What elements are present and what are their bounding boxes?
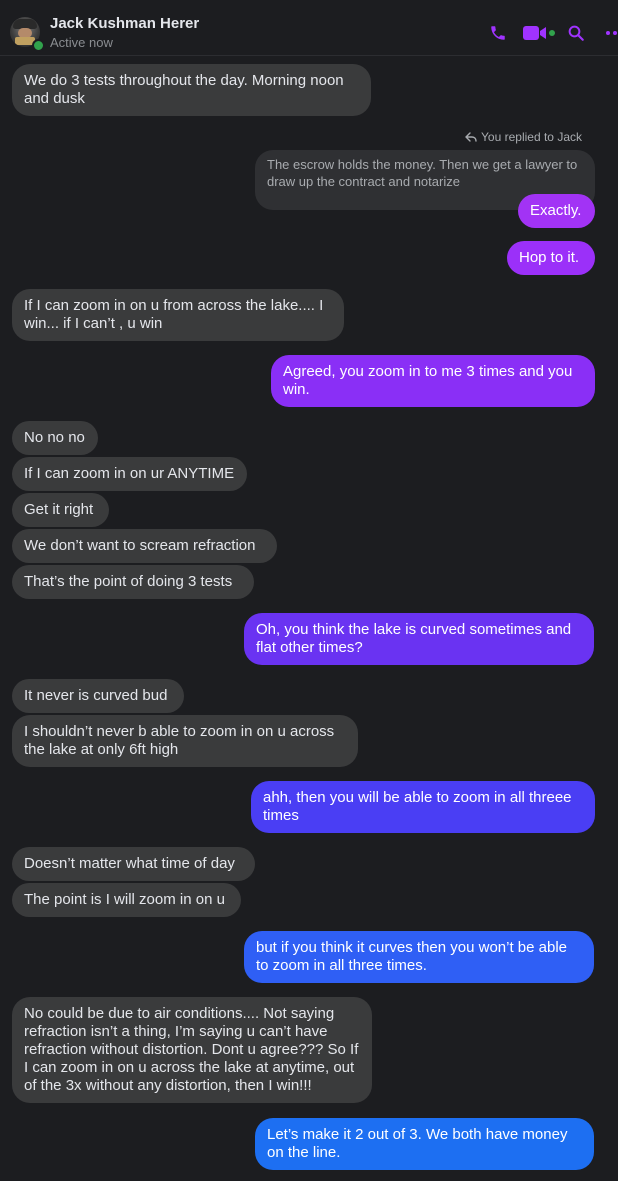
message-bubble-received[interactable]: The point is I will zoom in on u xyxy=(12,883,241,917)
online-status-dot xyxy=(32,39,45,52)
video-icon[interactable] xyxy=(522,22,556,44)
message-bubble-sent[interactable]: ahh, then you will be able to zoom in al… xyxy=(251,781,595,833)
message-bubble-sent[interactable]: Hop to it. xyxy=(507,241,595,275)
phone-icon[interactable] xyxy=(487,22,509,44)
reply-arrow-icon xyxy=(465,132,477,142)
message-bubble-received[interactable]: No no no xyxy=(12,421,98,455)
reply-label: You replied to Jack xyxy=(465,130,582,144)
chat-header: Jack Kushman Herer Active now xyxy=(0,0,618,56)
contact-name[interactable]: Jack Kushman Herer xyxy=(50,15,199,32)
message-bubble-received[interactable]: It never is curved bud xyxy=(12,679,184,713)
message-bubble-received[interactable]: If I can zoom in on ur ANYTIME xyxy=(12,457,247,491)
search-icon[interactable] xyxy=(565,22,587,44)
message-bubble-received[interactable]: We don’t want to scream refraction xyxy=(12,529,277,563)
message-bubble-received[interactable]: If I can zoom in on u from across the la… xyxy=(12,289,344,341)
message-bubble-sent[interactable]: Exactly. xyxy=(518,194,595,228)
message-bubble-received[interactable]: Get it right xyxy=(12,493,109,527)
message-bubble-received[interactable]: No could be due to air conditions.... No… xyxy=(12,997,372,1103)
message-bubble-received[interactable]: Doesn’t matter what time of day xyxy=(12,847,255,881)
message-bubble-sent[interactable]: Oh, you think the lake is curved sometim… xyxy=(244,613,594,665)
contact-status: Active now xyxy=(50,35,113,50)
message-bubble-received[interactable]: I shouldn’t never b able to zoom in on u… xyxy=(12,715,358,767)
message-bubble-sent[interactable]: Agreed, you zoom in to me 3 times and yo… xyxy=(271,355,595,407)
reply-label-text: You replied to Jack xyxy=(481,130,582,144)
message-bubble-sent[interactable]: Let’s make it 2 out of 3. We both have m… xyxy=(255,1118,594,1170)
more-icon[interactable] xyxy=(604,22,618,44)
message-bubble-received[interactable]: We do 3 tests throughout the day. Mornin… xyxy=(12,64,371,116)
message-bubble-sent[interactable]: but if you think it curves then you won’… xyxy=(244,931,594,983)
message-bubble-received[interactable]: That’s the point of doing 3 tests xyxy=(12,565,254,599)
